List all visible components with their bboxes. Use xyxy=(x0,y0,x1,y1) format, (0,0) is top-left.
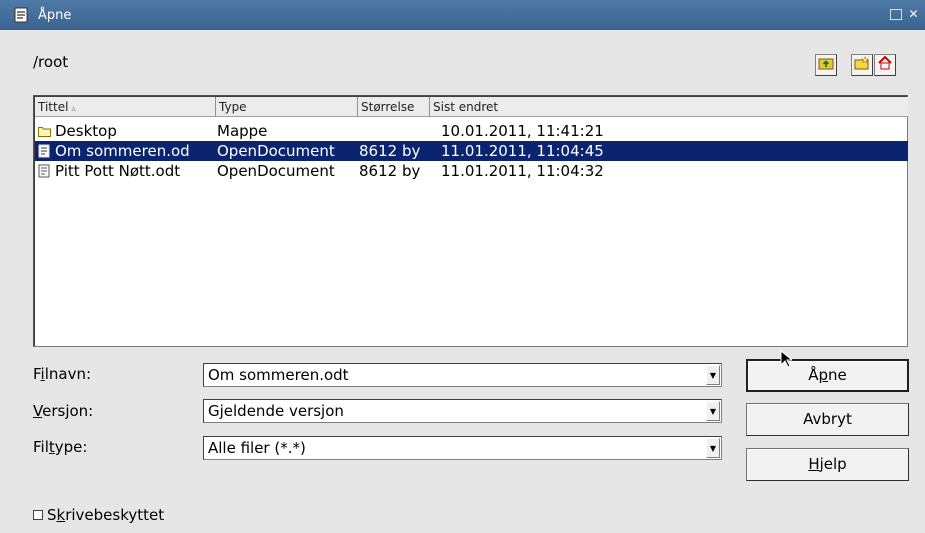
file-name: Pitt Pott Nøtt.odt xyxy=(55,162,181,180)
file-size: 8612 by xyxy=(359,162,421,180)
chevron-down-icon[interactable]: ▼ xyxy=(706,365,720,385)
chevron-down-icon[interactable]: ▼ xyxy=(706,401,720,421)
title-bar: Åpne ✕ xyxy=(0,0,925,30)
filename-value: Om sommeren.odt xyxy=(208,366,349,384)
file-row[interactable]: Pitt Pott Nøtt.odt OpenDocument 8612 by … xyxy=(35,161,908,181)
home-button[interactable] xyxy=(874,54,896,76)
app-document-icon xyxy=(10,4,32,26)
checkbox-box[interactable] xyxy=(33,510,43,520)
file-modified: 11.01.2011, 11:04:32 xyxy=(441,162,604,180)
file-row-selected[interactable]: Om sommeren.od OpenDocument 8612 by 11.0… xyxy=(35,141,908,161)
filetype-combo[interactable]: Alle filer (*.*) ▼ xyxy=(203,436,722,460)
file-row[interactable]: Desktop Mappe 10.01.2011, 11:41:21 xyxy=(35,121,908,141)
read-only-label: Skrivebeskyttet xyxy=(47,506,165,524)
filetype-value: Alle filer (*.*) xyxy=(208,439,306,457)
column-header-size[interactable]: Størrelse xyxy=(358,97,430,117)
file-name: Desktop xyxy=(55,122,117,140)
column-header-type[interactable]: Type xyxy=(216,97,358,117)
maximize-button[interactable] xyxy=(890,9,902,20)
document-icon xyxy=(37,144,51,158)
window-title: Åpne xyxy=(38,7,72,23)
file-modified: 10.01.2011, 11:41:21 xyxy=(441,122,604,140)
version-value: Gjeldende versjon xyxy=(208,402,344,420)
help-button[interactable]: Hjelp xyxy=(746,448,909,481)
mouse-pointer-icon xyxy=(780,349,794,372)
version-label: Versjon: xyxy=(33,402,94,420)
file-list[interactable]: Tittel ▵ Type Størrelse Sist endret Deskt… xyxy=(33,95,908,347)
file-type: OpenDocument xyxy=(217,162,335,180)
version-combo[interactable]: Gjeldende versjon ▼ xyxy=(203,399,722,423)
read-only-checkbox[interactable]: Skrivebeskyttet xyxy=(33,506,164,524)
column-header-title[interactable]: Tittel ▵ xyxy=(35,97,216,117)
filename-combo[interactable]: Om sommeren.odt ▼ xyxy=(203,363,722,387)
folder-icon xyxy=(37,124,51,138)
filename-label: Filnavn: xyxy=(33,365,92,383)
new-folder-button[interactable] xyxy=(851,54,873,76)
file-modified: 11.01.2011, 11:04:45 xyxy=(441,142,604,160)
home-icon xyxy=(877,55,893,74)
folder-up-button[interactable] xyxy=(815,54,837,76)
file-type: OpenDocument xyxy=(217,142,335,160)
open-button[interactable]: Åpne xyxy=(746,359,909,392)
chevron-down-icon[interactable]: ▼ xyxy=(706,438,720,458)
file-name: Om sommeren.od xyxy=(55,142,190,160)
file-type: Mappe xyxy=(217,122,268,140)
current-path: /root xyxy=(33,53,69,71)
column-header-modified[interactable]: Sist endret xyxy=(430,97,908,117)
document-icon xyxy=(37,164,51,178)
file-size: 8612 by xyxy=(359,142,421,160)
sort-ascending-icon: ▵ xyxy=(71,104,76,114)
close-button[interactable]: ✕ xyxy=(906,7,921,22)
new-folder-icon xyxy=(854,56,870,74)
folder-up-icon xyxy=(818,56,834,74)
cancel-button[interactable]: Avbryt xyxy=(746,403,909,436)
file-list-header: Tittel ▵ Type Størrelse Sist endret xyxy=(35,97,908,117)
file-size xyxy=(359,121,439,141)
filetype-label: Filtype: xyxy=(33,438,88,456)
